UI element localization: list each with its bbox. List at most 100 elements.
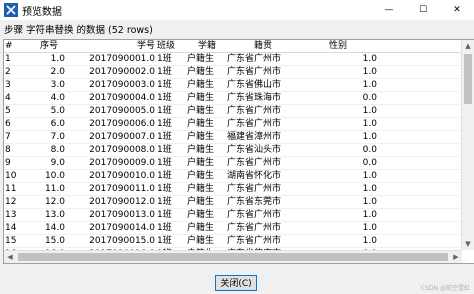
- window-controls: — ☐ ✕: [372, 0, 474, 20]
- col-header-student-id[interactable]: 学号: [67, 40, 157, 53]
- cell-empty: [378, 221, 468, 235]
- close-icon: ✕: [453, 5, 461, 15]
- cell-hometown: 广东省广州市: [227, 234, 299, 248]
- table-row[interactable]: 7 7.0 2017090007.0 1班 户籍生 福建省漳州市 1.0: [4, 130, 468, 144]
- cell-gender: 0.0: [299, 156, 378, 170]
- cell-seq: 1.0: [33, 52, 67, 66]
- close-button[interactable]: 关闭(C): [215, 275, 257, 291]
- minimize-button[interactable]: —: [372, 0, 406, 20]
- table-row[interactable]: 1 1.0 2017090001.0 1班 户籍生 广东省广州市 1.0: [4, 52, 468, 66]
- table-row[interactable]: 13 13.0 2017090013.0 1班 户籍生 广东省广州市 1.0: [4, 208, 468, 222]
- cell-enrollment: 户籍生: [185, 78, 227, 92]
- cell-index: 3: [4, 78, 33, 92]
- cell-student-id: 2017090005.0: [67, 104, 157, 118]
- cell-gender: 0.0: [299, 91, 378, 105]
- scroll-up-icon[interactable]: ▲: [462, 40, 474, 52]
- cell-student-id: 2017090012.0: [67, 195, 157, 209]
- scroll-left-icon[interactable]: ◀: [4, 251, 16, 263]
- data-grid[interactable]: # 序号 学号 班级 学籍 籍贯 性别 1 1.0 2017090001.0 1班 户籍…: [3, 39, 474, 264]
- cell-enrollment: 户籍生: [185, 117, 227, 131]
- cell-seq: 9.0: [33, 156, 67, 170]
- table-row[interactable]: 8 8.0 2017090008.0 1班 户籍生 广东省汕头市 0.0: [4, 143, 468, 157]
- cell-class: 1班: [157, 195, 185, 209]
- table-row[interactable]: 5 5.0 2017090005.0 1班 户籍生 广东省广州市 1.0: [4, 104, 468, 118]
- table-row[interactable]: 14 14.0 2017090014.0 1班 户籍生 广东省广州市 1.0: [4, 221, 468, 235]
- cell-enrollment: 户籍生: [185, 234, 227, 248]
- maximize-button[interactable]: ☐: [406, 0, 440, 20]
- table-row[interactable]: 15 15.0 2017090015.0 1班 户籍生 广东省广州市 1.0: [4, 234, 468, 248]
- cell-student-id: 2017090010.0: [67, 169, 157, 183]
- cell-class: 1班: [157, 169, 185, 183]
- cell-enrollment: 户籍生: [185, 91, 227, 105]
- cell-hometown: 广东省汕头市: [227, 143, 299, 157]
- cell-gender: 1.0: [299, 169, 378, 183]
- cell-seq: 10.0: [33, 169, 67, 183]
- cell-class: 1班: [157, 52, 185, 66]
- cell-student-id: 2017090004.0: [67, 91, 157, 105]
- cell-seq: 14.0: [33, 221, 67, 235]
- cell-index: 15: [4, 234, 33, 248]
- cell-hometown: 广东省广州市: [227, 221, 299, 235]
- scroll-down-icon[interactable]: ▼: [462, 238, 474, 250]
- table-row[interactable]: 2 2.0 2017090002.0 1班 户籍生 广东省广州市 1.0: [4, 65, 468, 79]
- cell-empty: [378, 65, 468, 79]
- col-header-class[interactable]: 班级: [157, 40, 185, 53]
- cell-seq: 6.0: [33, 117, 67, 131]
- cell-empty: [378, 195, 468, 209]
- cell-empty: [378, 208, 468, 222]
- table-row[interactable]: 11 11.0 2017090011.0 1班 户籍生 广东省广州市 1.0: [4, 182, 468, 196]
- cell-index: 5: [4, 104, 33, 118]
- horizontal-scroll-thumb[interactable]: [18, 253, 448, 261]
- cell-gender: 1.0: [299, 65, 378, 79]
- cell-index: 2: [4, 65, 33, 79]
- cell-enrollment: 户籍生: [185, 182, 227, 196]
- cell-empty: [378, 156, 468, 170]
- horizontal-scrollbar[interactable]: ◀ ▶: [4, 250, 462, 263]
- cell-enrollment: 户籍生: [185, 156, 227, 170]
- cell-empty: [378, 52, 468, 66]
- cell-empty: [378, 78, 468, 92]
- cell-hometown: 广东省广州市: [227, 208, 299, 222]
- cell-index: 8: [4, 143, 33, 157]
- cell-index: 14: [4, 221, 33, 235]
- col-header-enrollment[interactable]: 学籍: [185, 40, 227, 53]
- table-row[interactable]: 6 6.0 2017090006.0 1班 户籍生 广东省广州市 1.0: [4, 117, 468, 131]
- close-window-button[interactable]: ✕: [440, 0, 474, 20]
- cell-empty: [378, 143, 468, 157]
- col-header-index[interactable]: #: [4, 40, 33, 53]
- col-header-hometown[interactable]: 籍贯: [227, 40, 299, 53]
- table-row[interactable]: 3 3.0 2017090003.0 1班 户籍生 广东省佛山市 1.0: [4, 78, 468, 92]
- cell-gender: 1.0: [299, 104, 378, 118]
- table-row[interactable]: 4 4.0 2017090004.0 1班 户籍生 广东省珠海市 0.0: [4, 91, 468, 105]
- cell-index: 13: [4, 208, 33, 222]
- cell-student-id: 2017090007.0: [67, 130, 157, 144]
- cell-enrollment: 户籍生: [185, 65, 227, 79]
- cell-gender: 1.0: [299, 52, 378, 66]
- cell-class: 1班: [157, 117, 185, 131]
- minimize-icon: —: [384, 5, 394, 15]
- cell-class: 1班: [157, 91, 185, 105]
- table-row[interactable]: 9 9.0 2017090009.0 1班 户籍生 广东省广州市 0.0: [4, 156, 468, 170]
- cell-index: 9: [4, 156, 33, 170]
- cell-empty: [378, 182, 468, 196]
- cell-enrollment: 户籍生: [185, 143, 227, 157]
- cell-student-id: 2017090008.0: [67, 143, 157, 157]
- table-row[interactable]: 10 10.0 2017090010.0 1班 户籍生 湖南省怀化市 1.0: [4, 169, 468, 183]
- cell-hometown: 广东省珠海市: [227, 91, 299, 105]
- table-row[interactable]: 12 12.0 2017090012.0 1班 户籍生 广东省东莞市 1.0: [4, 195, 468, 209]
- cell-enrollment: 户籍生: [185, 221, 227, 235]
- cell-seq: 7.0: [33, 130, 67, 144]
- cell-student-id: 2017090009.0: [67, 156, 157, 170]
- cell-gender: 1.0: [299, 208, 378, 222]
- cell-hometown: 广东省广州市: [227, 104, 299, 118]
- cell-enrollment: 户籍生: [185, 130, 227, 144]
- vertical-scroll-thumb[interactable]: [464, 54, 472, 104]
- scroll-right-icon[interactable]: ▶: [450, 251, 462, 263]
- col-header-gender[interactable]: 性别: [299, 40, 378, 53]
- watermark: CSDN @前空雪虹: [420, 285, 470, 292]
- cell-seq: 12.0: [33, 195, 67, 209]
- vertical-scrollbar[interactable]: ▲ ▼: [461, 40, 474, 250]
- col-header-empty: [378, 40, 468, 53]
- cell-gender: 1.0: [299, 221, 378, 235]
- col-header-seq[interactable]: 序号: [33, 40, 67, 53]
